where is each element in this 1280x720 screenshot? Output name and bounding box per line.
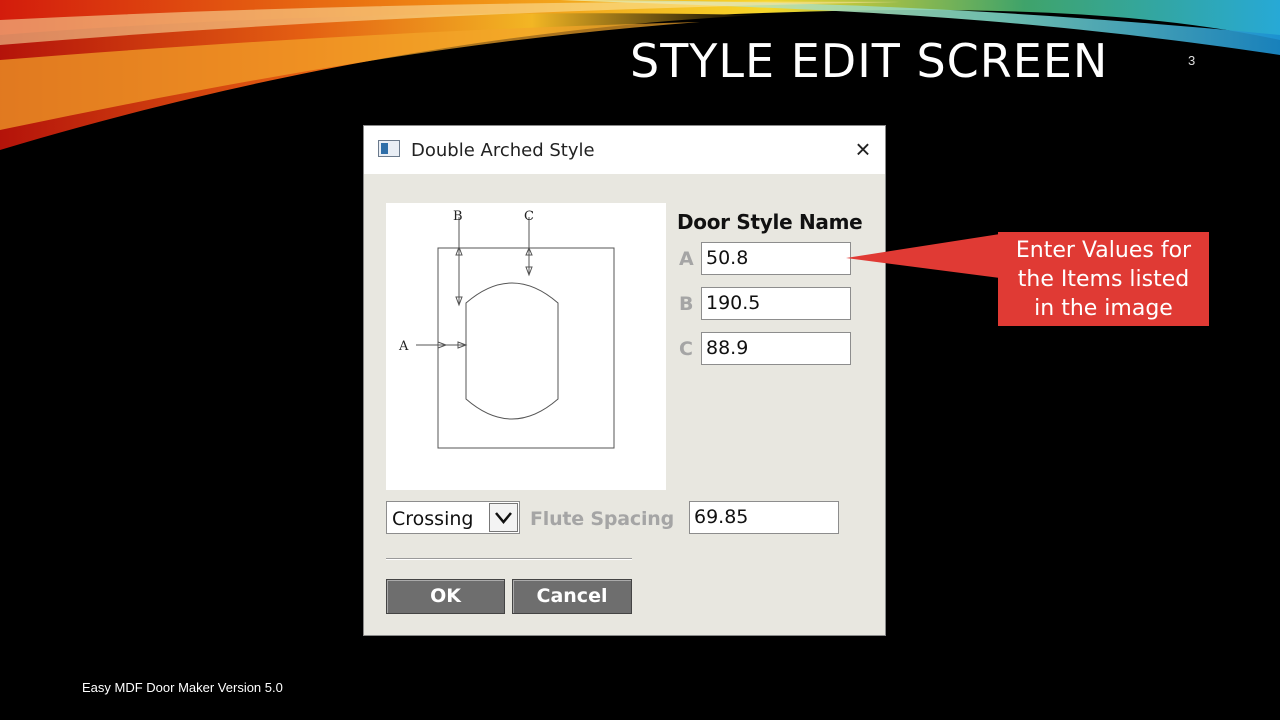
flute-spacing-label: Flute Spacing	[530, 508, 675, 530]
slide-number: 3	[1188, 53, 1196, 68]
style-edit-dialog: Double Arched Style × B C A Door Style N…	[363, 125, 886, 636]
callout-line: Enter Values for	[1015, 238, 1192, 263]
separator	[386, 558, 632, 560]
field-label-c: C	[679, 338, 693, 360]
slide-footer: Easy MDF Door Maker Version 5.0	[82, 680, 283, 695]
callout-pointer	[846, 234, 1000, 278]
flute-spacing-input[interactable]: 69.85	[689, 501, 839, 534]
dialog-title: Double Arched Style	[411, 140, 595, 161]
pattern-select-value: Crossing	[392, 508, 474, 530]
dialog-titlebar[interactable]: Double Arched Style ×	[364, 126, 885, 174]
door-diagram: B C A	[398, 209, 615, 449]
door-style-name-label: Door Style Name	[677, 210, 863, 234]
callout-box: Enter Values for the Items listed in the…	[998, 232, 1209, 326]
field-c-input[interactable]: 88.9	[701, 332, 851, 365]
field-label-b: B	[679, 293, 694, 315]
cancel-button[interactable]: Cancel	[512, 579, 632, 614]
field-a-input[interactable]: 50.8	[701, 242, 851, 275]
field-label-a: A	[679, 248, 694, 270]
app-icon	[378, 140, 400, 157]
close-icon[interactable]: ×	[850, 136, 876, 162]
callout-line: the Items listed	[1017, 267, 1190, 292]
diagram-label-c: C	[524, 209, 534, 224]
ok-button[interactable]: OK	[386, 579, 505, 614]
callout-line: in the image	[1034, 296, 1173, 321]
style-preview-image: B C A	[386, 203, 666, 490]
diagram-label-a: A	[398, 339, 409, 354]
chevron-down-icon[interactable]	[489, 503, 518, 532]
field-b-input[interactable]: 190.5	[701, 287, 851, 320]
diagram-label-b: B	[453, 209, 463, 224]
slide-title: STYLE EDIT SCREEN	[630, 34, 1109, 88]
pattern-select[interactable]: Crossing	[386, 501, 520, 534]
